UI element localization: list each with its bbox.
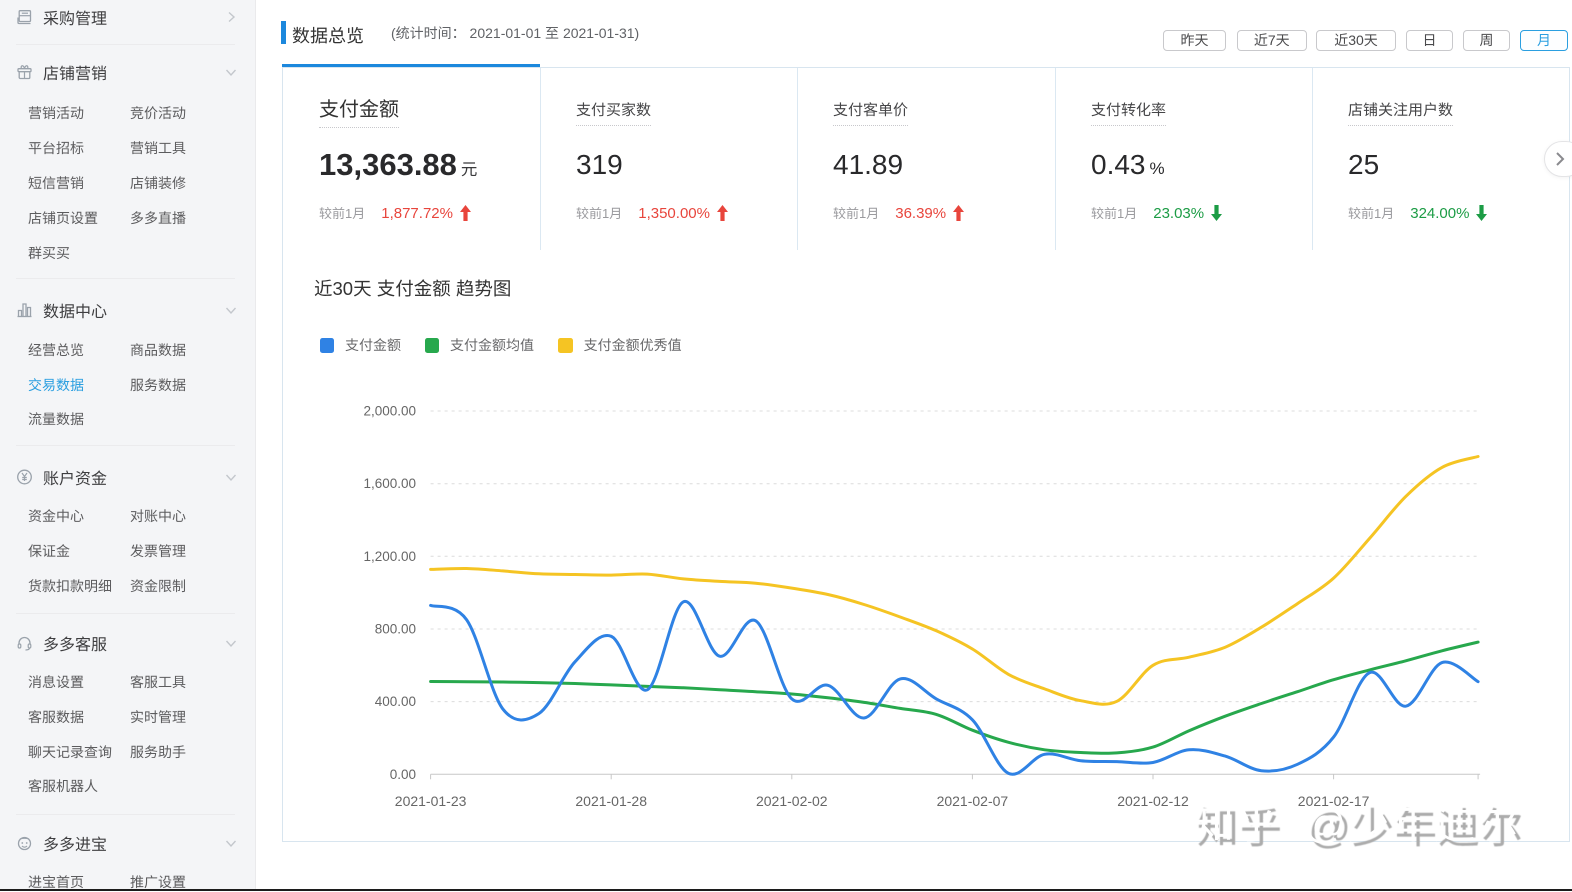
svg-text:2021-02-02: 2021-02-02 <box>756 793 828 809</box>
svg-text:400.00: 400.00 <box>375 694 416 709</box>
svg-text:2021-01-28: 2021-01-28 <box>575 793 647 809</box>
svg-text:0.00: 0.00 <box>390 767 416 782</box>
svg-text:2,000.00: 2,000.00 <box>363 404 416 419</box>
svg-text:2021-02-07: 2021-02-07 <box>937 793 1009 809</box>
svg-text:2021-01-23: 2021-01-23 <box>395 793 467 809</box>
svg-text:2021-02-12: 2021-02-12 <box>1117 793 1189 809</box>
svg-text:1,200.00: 1,200.00 <box>363 549 416 564</box>
svg-text:1,600.00: 1,600.00 <box>363 476 416 491</box>
svg-text:800.00: 800.00 <box>375 622 416 637</box>
